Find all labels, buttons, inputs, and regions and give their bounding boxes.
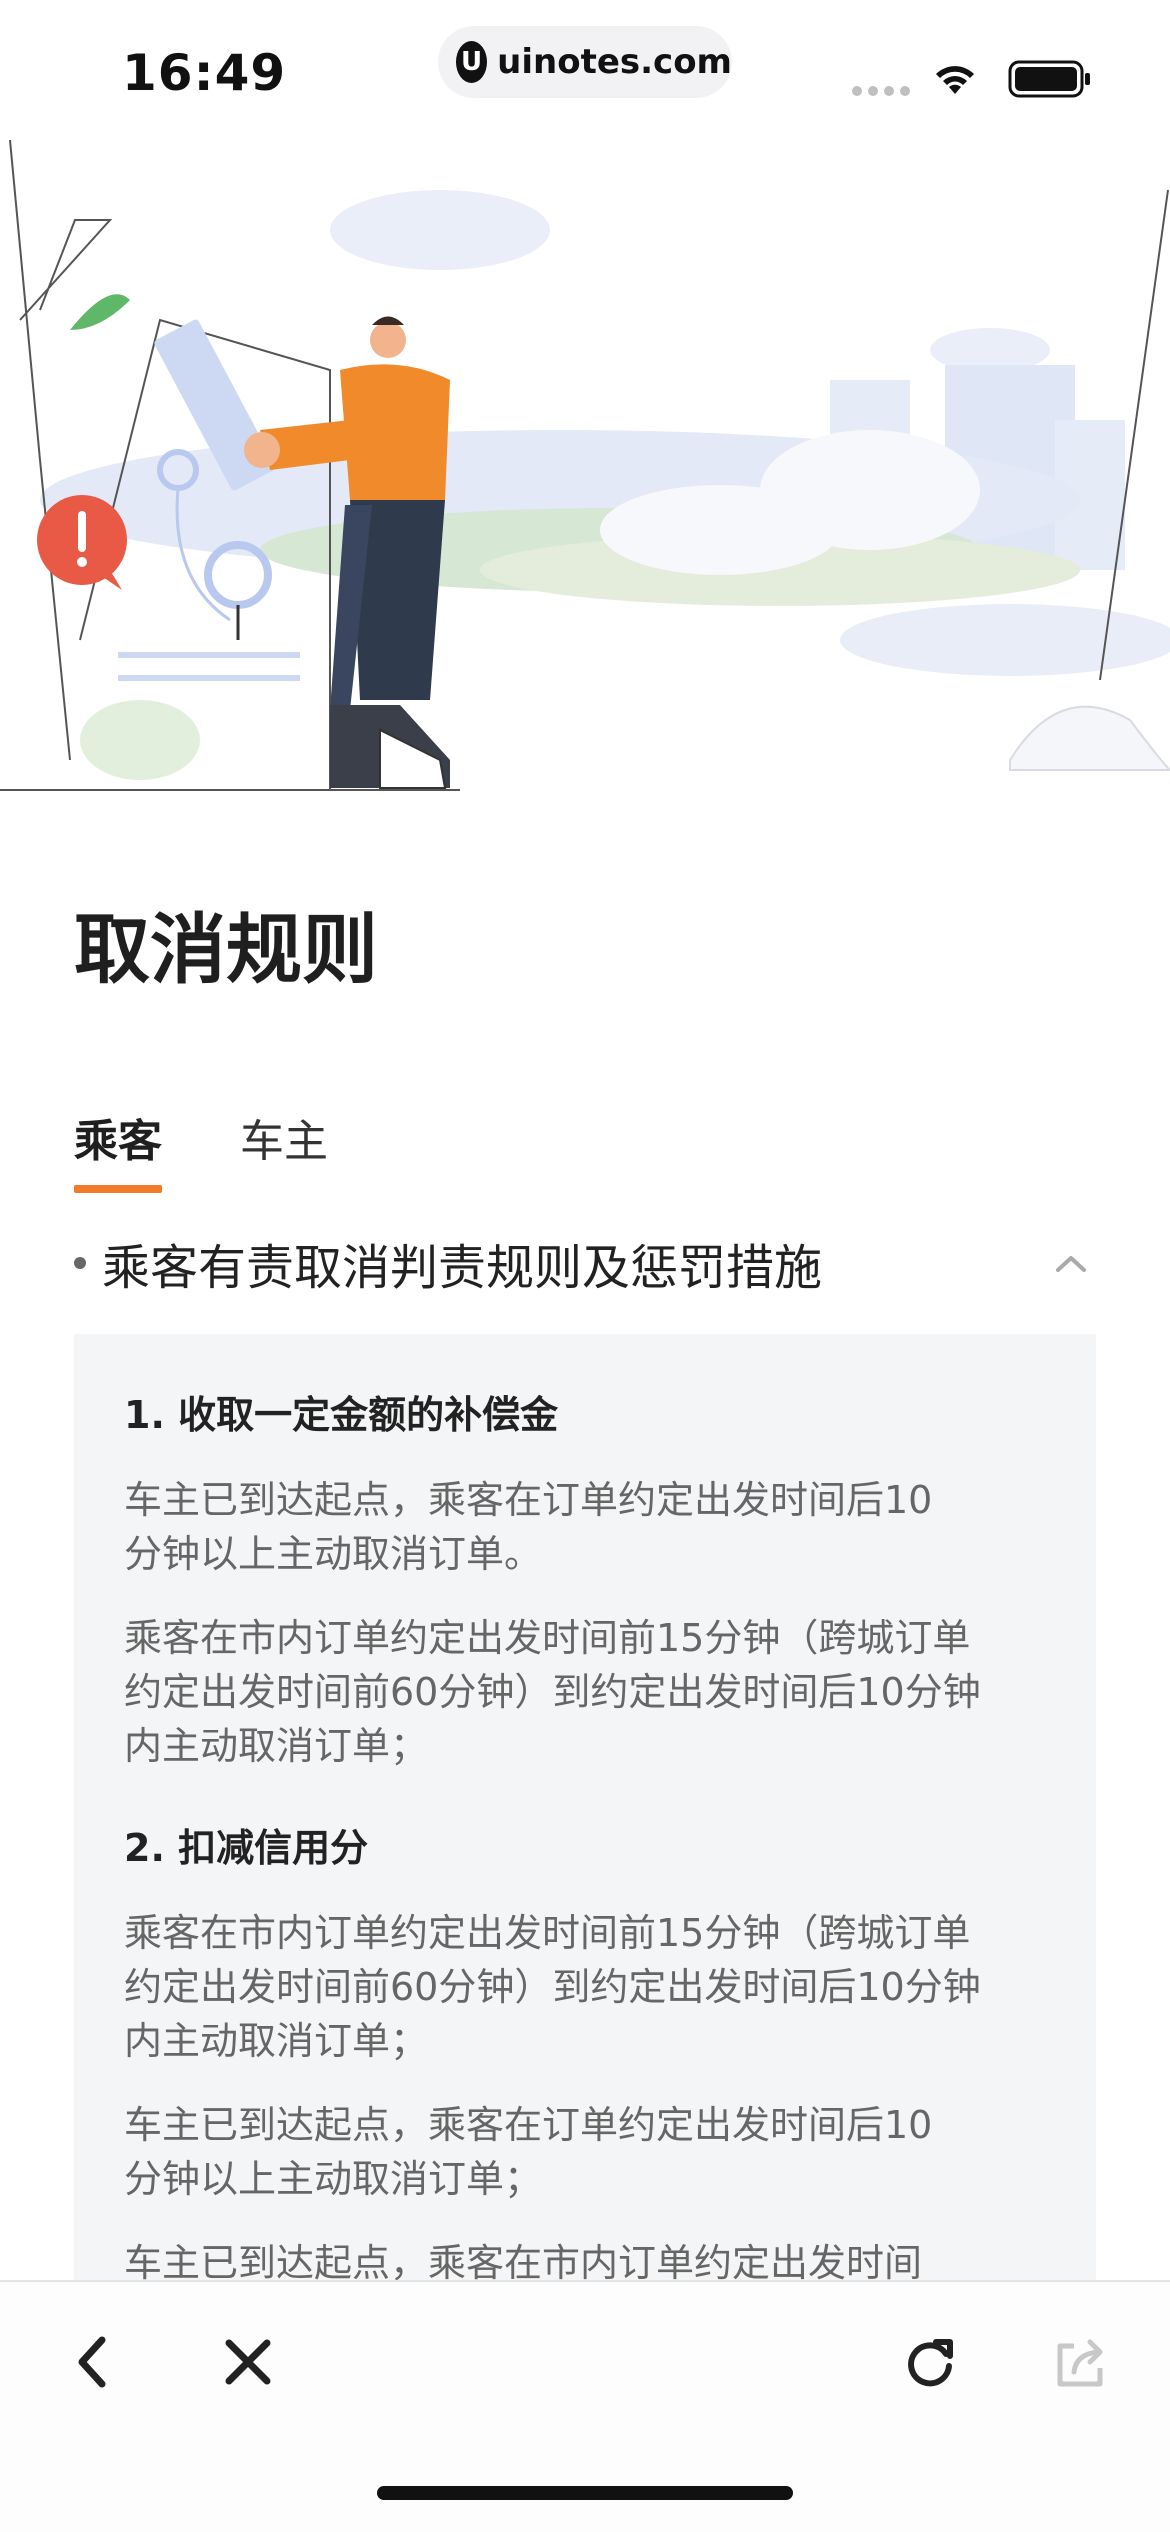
rule-paragraph: 车主已到达起点，乘客在订单约定出发时间后10 分钟以上主动取消订单； (124, 2103, 933, 2201)
url-text: uinotes.com (497, 42, 732, 82)
close-button[interactable] (208, 2322, 288, 2402)
refresh-button[interactable] (890, 2322, 970, 2402)
url-pill[interactable]: U uinotes.com (438, 26, 732, 98)
tab-label: 车主 (240, 1116, 328, 1167)
refresh-icon (908, 2339, 953, 2387)
section-header[interactable]: 乘客有责取消判责规则及惩罚措施 (74, 1228, 1096, 1298)
site-logo-icon: U (456, 41, 488, 83)
tab-driver[interactable]: 车主 (240, 1105, 328, 1195)
signal-icon (852, 86, 910, 96)
rule-heading: 1. 收取一定金额的补偿金 (124, 1393, 559, 1437)
rules-card: 1. 收取一定金额的补偿金 车主已到达起点，乘客在订单约定出发时间后10 分钟以… (74, 1334, 1096, 2294)
share-icon (1057, 2339, 1103, 2387)
rule-paragraph: 乘客在市内订单约定出发时间前15分钟（跨城订单 约定出发时间前60分钟）到约定出… (124, 1616, 981, 1768)
chevron-up-icon[interactable] (1054, 1252, 1088, 1274)
tab-label: 乘客 (74, 1116, 162, 1167)
hero-illustration (0, 139, 1170, 791)
section-title: 乘客有责取消判责规则及惩罚措施 (102, 1240, 823, 1296)
rule-heading: 2. 扣减信用分 (124, 1826, 369, 1870)
status-time: 16:49 (122, 44, 287, 102)
back-icon (78, 2336, 106, 2388)
page-title: 取消规则 (74, 905, 378, 994)
battery-icon (1008, 60, 1090, 98)
bullet-dot (74, 1257, 86, 1269)
rule-paragraph: 乘客在市内订单约定出发时间前15分钟（跨城订单 约定出发时间前60分钟）到约定出… (124, 1911, 981, 2063)
close-icon (225, 2339, 271, 2385)
tab-passenger[interactable]: 乘客 (74, 1105, 162, 1195)
tab-active-indicator (74, 1185, 162, 1193)
share-button[interactable] (1040, 2322, 1120, 2402)
tab-bar: 乘客 车主 (74, 1105, 406, 1195)
home-indicator[interactable] (377, 2486, 793, 2500)
wifi-icon (936, 66, 974, 94)
rule-paragraph: 车主已到达起点，乘客在订单约定出发时间后10 分钟以上主动取消订单。 (124, 1478, 933, 1576)
back-button[interactable] (52, 2322, 132, 2402)
status-bar: 16:49 U uinotes.com (0, 0, 1170, 140)
